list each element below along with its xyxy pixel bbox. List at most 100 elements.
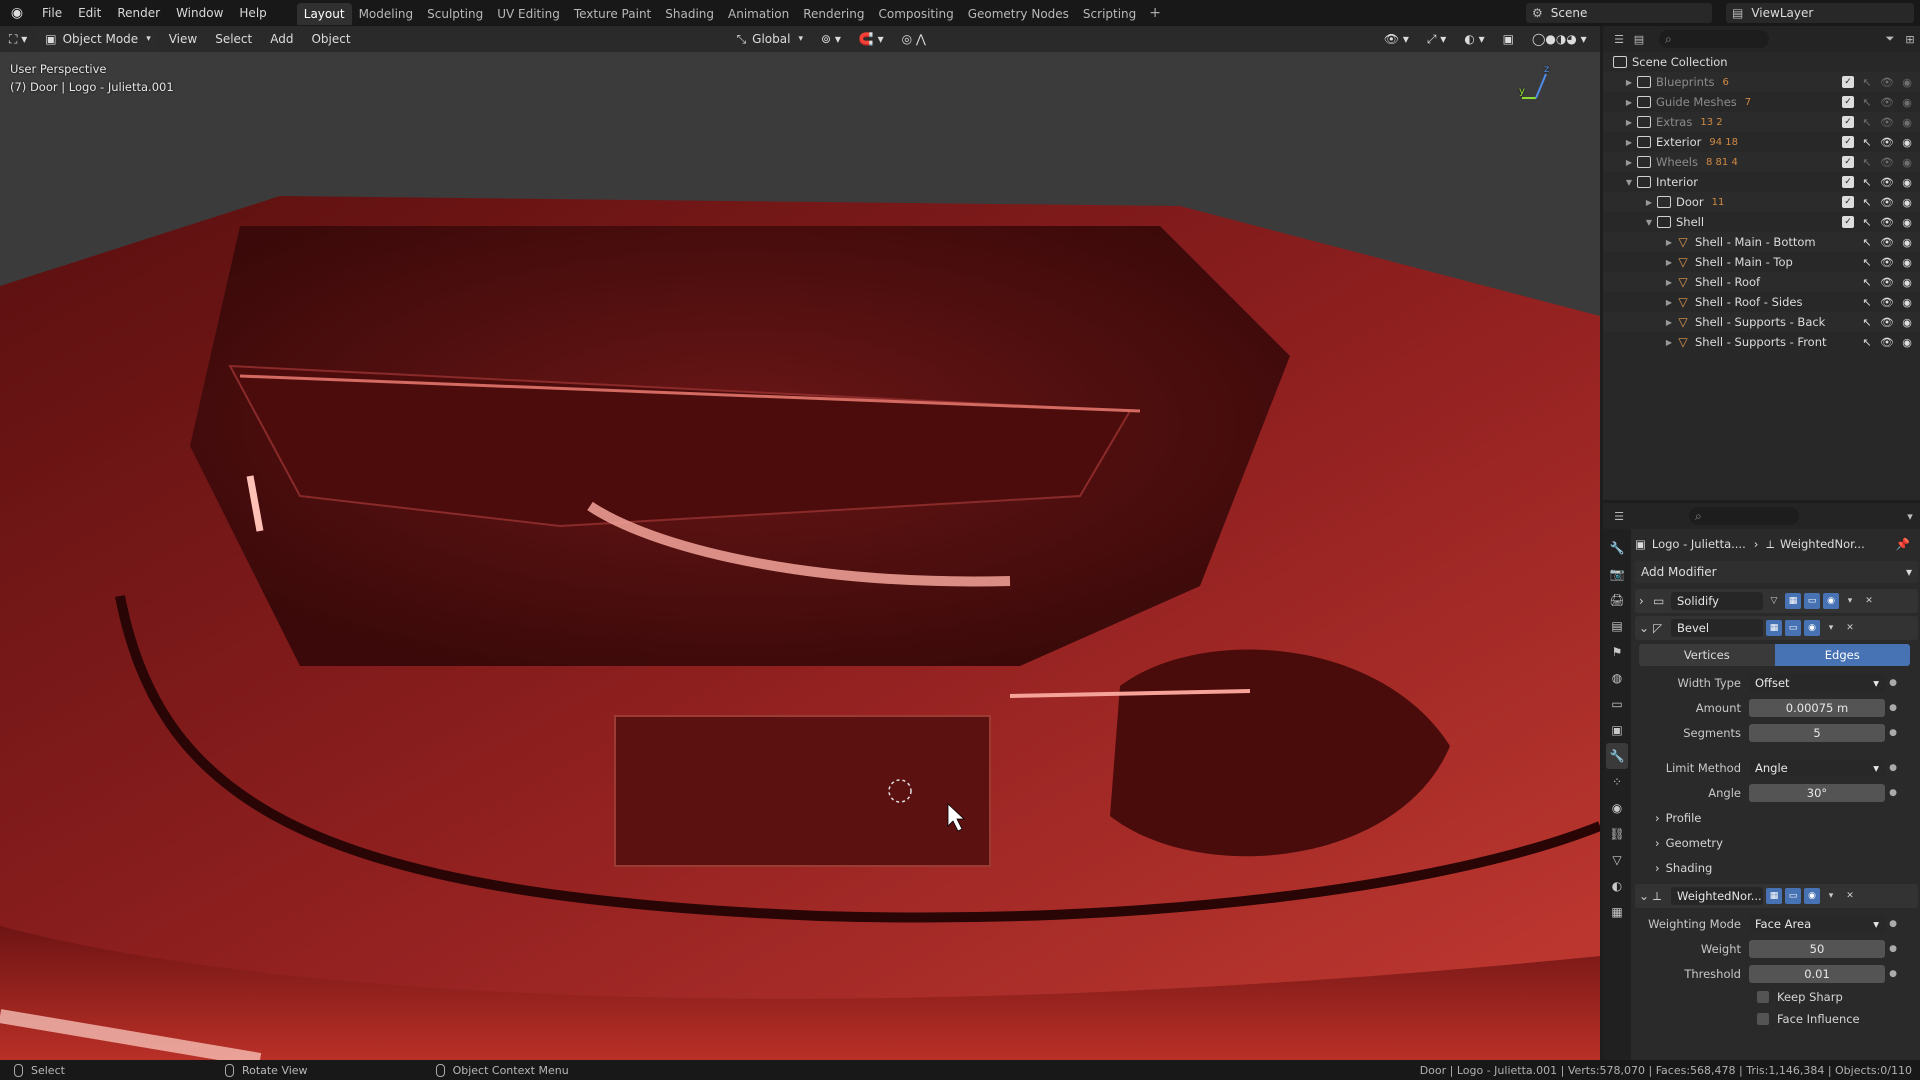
eye-icon[interactable]: 👁 (1880, 296, 1894, 309)
tab-modeling[interactable]: Modeling (352, 3, 421, 25)
properties-search-input[interactable]: ⌕ (1689, 507, 1799, 525)
tab-texture-paint[interactable]: Texture Paint (567, 3, 658, 25)
eye-icon[interactable]: 👁 (1880, 256, 1894, 269)
keyframe-dot-icon[interactable]: ● (1885, 944, 1901, 954)
gizmo-y-label[interactable]: y (1519, 86, 1525, 97)
expand-right-icon[interactable]: ▶ (1663, 278, 1675, 287)
width-type-dropdown[interactable]: Offset ▾ (1749, 673, 1885, 692)
solidify-name-field[interactable]: Solidify (1671, 592, 1763, 610)
expand-right-icon[interactable]: ▶ (1663, 238, 1675, 247)
viewport-menu-object[interactable]: Object (304, 29, 357, 49)
physics-tab-icon[interactable]: ◉ (1606, 795, 1628, 821)
edit-mode-toggle-icon[interactable]: ▦ (1785, 593, 1801, 609)
chevron-down-icon[interactable]: ▾ (1900, 506, 1920, 526)
camera-icon[interactable]: ◉ (1900, 216, 1914, 229)
camera-icon[interactable]: ◉ (1900, 76, 1914, 89)
expand-right-icon[interactable]: ▶ (1623, 98, 1635, 107)
mode-selector[interactable]: ▣ Object Mode ▾ (38, 29, 158, 49)
outliner-row[interactable]: ▶ Exterior 94 18 ✓ ↖ 👁 ◉ (1603, 132, 1920, 152)
affect-vertices-button[interactable]: Vertices (1639, 644, 1775, 666)
eye-icon[interactable]: 👁 (1880, 136, 1894, 149)
overlays-icon[interactable]: ◐ ▾ (1457, 29, 1491, 49)
menu-edit[interactable]: Edit (70, 0, 109, 26)
chevron-down-icon[interactable]: ▾ (1823, 888, 1839, 904)
select-arrow-icon[interactable]: ↖ (1860, 296, 1874, 309)
camera-icon[interactable]: ◉ (1900, 96, 1914, 109)
breadcrumb-modifier[interactable]: WeightedNor... (1780, 537, 1865, 551)
profile-subpanel[interactable]: › Profile (1635, 805, 1918, 830)
render-tab-icon[interactable]: 📷 (1606, 561, 1628, 587)
expand-down-icon[interactable]: ▼ (1643, 218, 1655, 227)
eye-icon[interactable]: 👁 (1880, 316, 1894, 329)
checkbox-icon[interactable]: ✓ (1842, 216, 1854, 228)
select-arrow-icon[interactable]: ↖ (1860, 316, 1874, 329)
constraints-tab-icon[interactable]: ⛓ (1606, 821, 1628, 847)
camera-icon[interactable]: ◉ (1900, 276, 1914, 289)
expand-right-icon[interactable]: ▶ (1663, 338, 1675, 347)
outliner-row[interactable]: ▶ Door 11 ✓ ↖ 👁 ◉ (1603, 192, 1920, 212)
viewport-toggle-icon[interactable]: ▭ (1785, 620, 1801, 636)
chevron-down-icon[interactable]: ⌄ (1639, 621, 1653, 635)
close-icon[interactable]: ✕ (1842, 888, 1858, 904)
scene-collection-row[interactable]: Scene Collection (1603, 52, 1920, 72)
camera-icon[interactable]: ◉ (1900, 176, 1914, 189)
render-toggle-icon[interactable]: ◉ (1804, 888, 1820, 904)
checkbox-icon[interactable]: ✓ (1842, 96, 1854, 108)
tab-layout[interactable]: Layout (296, 3, 352, 25)
expand-down-icon[interactable]: ▼ (1623, 178, 1635, 187)
outliner-row[interactable]: ▼ Interior ✓ ↖ 👁 ◉ (1603, 172, 1920, 192)
render-toggle-icon[interactable]: ◉ (1823, 593, 1839, 609)
camera-icon[interactable]: ◉ (1900, 116, 1914, 129)
tab-sculpting[interactable]: Sculpting (420, 3, 490, 25)
eye-icon[interactable]: 👁 (1880, 76, 1894, 89)
weighted-normal-modifier-header[interactable]: ⌄ ⟂ WeightedNor... ▦ ▭ ◉ ▾ ✕ (1635, 884, 1918, 908)
eye-icon[interactable]: 👁 (1880, 196, 1894, 209)
viewport-menu-add[interactable]: Add (263, 29, 300, 49)
outliner-row[interactable]: ▶ ▽ Shell - Main - Bottom ↖ 👁 ◉ (1603, 232, 1920, 252)
edit-mode-toggle-icon[interactable]: ▦ (1766, 888, 1782, 904)
tab-shading[interactable]: Shading (658, 3, 721, 25)
amount-field[interactable]: 0.00075 m (1749, 698, 1885, 717)
viewport-menu-select[interactable]: Select (208, 29, 259, 49)
face-influence-checkbox[interactable]: Face Influence (1635, 1008, 1918, 1030)
transform-orientation[interactable]: ⤡ Global ▾ (730, 29, 810, 49)
checkbox-icon[interactable]: ✓ (1842, 136, 1854, 148)
outliner-row[interactable]: ▶ ▽ Shell - Supports - Back ↖ 👁 ◉ (1603, 312, 1920, 332)
camera-icon[interactable]: ◉ (1900, 316, 1914, 329)
particles-tab-icon[interactable]: ⁘ (1606, 769, 1628, 795)
select-arrow-icon[interactable]: ↖ (1860, 276, 1874, 289)
select-arrow-icon[interactable]: ↖ (1860, 336, 1874, 349)
new-collection-icon[interactable]: ⊞ (1900, 29, 1920, 49)
keep-sharp-box[interactable] (1757, 991, 1769, 1003)
gizmo-icon[interactable]: ⤢ ▾ (1420, 29, 1453, 49)
eye-icon[interactable]: 👁 (1880, 156, 1894, 169)
checkbox-icon[interactable]: ✓ (1842, 76, 1854, 88)
expand-right-icon[interactable]: ▶ (1643, 198, 1655, 207)
xray-icon[interactable]: ▣ (1496, 29, 1521, 49)
keyframe-dot-icon[interactable]: ● (1885, 678, 1901, 688)
face-influence-box[interactable] (1757, 1013, 1769, 1025)
camera-icon[interactable]: ◉ (1900, 336, 1914, 349)
camera-icon[interactable]: ◉ (1900, 236, 1914, 249)
expand-right-icon[interactable]: ▶ (1623, 138, 1635, 147)
segments-field[interactable]: 5 (1749, 723, 1885, 742)
eye-icon[interactable]: 👁 (1880, 116, 1894, 129)
keyframe-dot-icon[interactable]: ● (1885, 728, 1901, 738)
shading-subpanel[interactable]: › Shading (1635, 855, 1918, 880)
select-arrow-icon[interactable]: ↖ (1860, 96, 1874, 109)
outliner-row[interactable]: ▶ Wheels 8 81 4 ✓ ↖ 👁 ◉ (1603, 152, 1920, 172)
expand-right-icon[interactable]: ▶ (1663, 298, 1675, 307)
breadcrumb-object[interactable]: Logo - Julietta.... (1652, 537, 1746, 551)
add-modifier-button[interactable]: Add Modifier ▾ (1635, 561, 1918, 583)
checkbox-icon[interactable]: ✓ (1842, 176, 1854, 188)
eye-icon[interactable]: 👁 (1880, 276, 1894, 289)
shading-modes-icon[interactable]: ◯●◑◕ ▾ (1525, 29, 1594, 49)
chevron-down-icon[interactable]: ⌄ (1639, 889, 1653, 903)
chevron-down-icon[interactable]: ▾ (1823, 620, 1839, 636)
snap-icon[interactable]: 🧲 ▾ (852, 29, 891, 49)
tab-scripting[interactable]: Scripting (1076, 3, 1143, 25)
outliner-row[interactable]: ▼ Shell ✓ ↖ 👁 ◉ (1603, 212, 1920, 232)
editor-type-icon[interactable]: ☰ (1609, 506, 1629, 526)
weighting-mode-dropdown[interactable]: Face Area ▾ (1749, 914, 1885, 933)
keyframe-dot-icon[interactable]: ● (1885, 919, 1901, 929)
